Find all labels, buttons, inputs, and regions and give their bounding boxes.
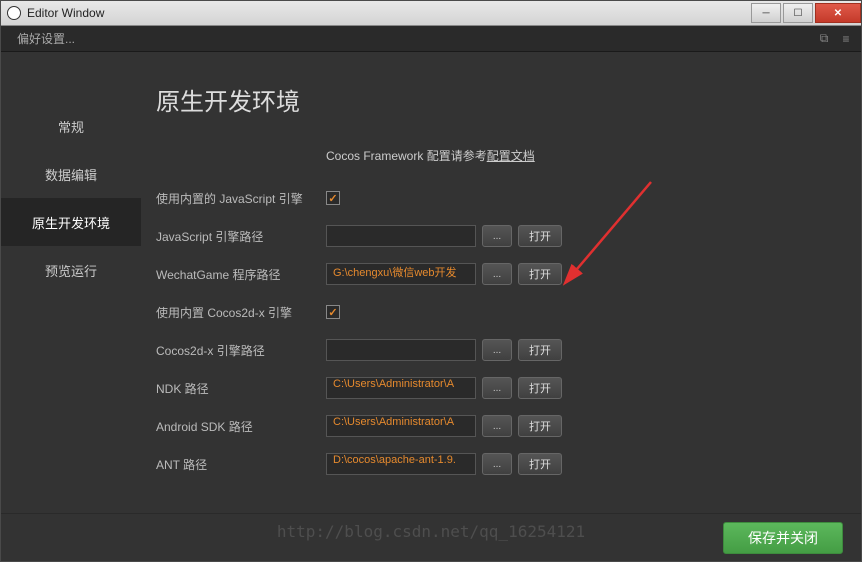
label-cocos-path: Cocos2d-x 引擎路径	[156, 342, 326, 359]
window-controls: ─ ☐ ✕	[749, 3, 861, 23]
content: 常规 数据编辑 原生开发环境 预览运行 原生开发环境 Cocos Framewo…	[1, 52, 861, 513]
config-doc-link[interactable]: 配置文档	[487, 149, 535, 163]
browse-ant[interactable]: ...	[482, 453, 512, 475]
row-wechat-path: WechatGame 程序路径 G:\chengxu\微信web开发 ... 打…	[156, 262, 831, 286]
sidebar-item-data-edit[interactable]: 数据编辑	[1, 150, 141, 198]
checkbox-use-builtin-js[interactable]	[326, 191, 340, 205]
sidebar-item-general[interactable]: 常规	[1, 102, 141, 150]
row-use-builtin-cocos: 使用内置 Cocos2d-x 引擎	[156, 300, 831, 324]
browse-js-engine[interactable]: ...	[482, 225, 512, 247]
open-ndk[interactable]: 打开	[518, 377, 562, 399]
row-sdk-path: Android SDK 路径 C:\Users\Administrator\A …	[156, 414, 831, 438]
label-js-engine-path: JavaScript 引擎路径	[156, 228, 326, 245]
open-js-engine[interactable]: 打开	[518, 225, 562, 247]
browse-ndk[interactable]: ...	[482, 377, 512, 399]
window-title: Editor Window	[27, 6, 749, 20]
row-use-builtin-js: 使用内置的 JavaScript 引擎	[156, 186, 831, 210]
save-close-button[interactable]: 保存并关闭	[723, 522, 843, 554]
row-ndk-path: NDK 路径 C:\Users\Administrator\A ... 打开	[156, 376, 831, 400]
label-sdk-path: Android SDK 路径	[156, 418, 326, 435]
open-ant[interactable]: 打开	[518, 453, 562, 475]
label-ant-path: ANT 路径	[156, 456, 326, 473]
open-cocos[interactable]: 打开	[518, 339, 562, 361]
titlebar[interactable]: Editor Window ─ ☐ ✕	[1, 1, 861, 26]
browse-cocos[interactable]: ...	[482, 339, 512, 361]
tabbar: 偏好设置... ⧉ ≡	[1, 26, 861, 52]
browse-wechat[interactable]: ...	[482, 263, 512, 285]
editor-window: Editor Window ─ ☐ ✕ 偏好设置... ⧉ ≡ 常规 数据编辑 …	[0, 0, 862, 562]
input-wechat-path[interactable]: G:\chengxu\微信web开发	[326, 263, 476, 285]
tab-actions: ⧉ ≡	[817, 32, 853, 46]
input-js-engine-path[interactable]	[326, 225, 476, 247]
minimize-button[interactable]: ─	[751, 3, 781, 23]
sidebar-item-native-dev[interactable]: 原生开发环境	[1, 198, 141, 246]
preferences-tab[interactable]: 偏好设置...	[9, 26, 83, 51]
checkbox-use-builtin-cocos[interactable]	[326, 305, 340, 319]
main-panel: 原生开发环境 Cocos Framework 配置请参考配置文档 使用内置的 J…	[141, 52, 861, 513]
label-use-builtin-js: 使用内置的 JavaScript 引擎	[156, 190, 326, 207]
app-icon	[7, 6, 21, 20]
config-prefix: Cocos Framework 配置请参考	[326, 149, 487, 163]
config-note: Cocos Framework 配置请参考配置文档	[326, 147, 831, 164]
label-wechat-path: WechatGame 程序路径	[156, 266, 326, 283]
input-cocos-path[interactable]	[326, 339, 476, 361]
page-title: 原生开发环境	[156, 82, 831, 117]
row-ant-path: ANT 路径 D:\cocos\apache-ant-1.9. ... 打开	[156, 452, 831, 476]
footer: 保存并关闭	[1, 513, 861, 561]
close-button[interactable]: ✕	[815, 3, 861, 23]
label-use-builtin-cocos: 使用内置 Cocos2d-x 引擎	[156, 304, 326, 321]
input-ndk-path[interactable]: C:\Users\Administrator\A	[326, 377, 476, 399]
browse-sdk[interactable]: ...	[482, 415, 512, 437]
sidebar: 常规 数据编辑 原生开发环境 预览运行	[1, 52, 141, 513]
label-ndk-path: NDK 路径	[156, 380, 326, 397]
menu-icon[interactable]: ≡	[839, 32, 853, 46]
open-sdk[interactable]: 打开	[518, 415, 562, 437]
row-cocos-path: Cocos2d-x 引擎路径 ... 打开	[156, 338, 831, 362]
sidebar-item-preview[interactable]: 预览运行	[1, 246, 141, 294]
input-ant-path[interactable]: D:\cocos\apache-ant-1.9.	[326, 453, 476, 475]
maximize-button[interactable]: ☐	[783, 3, 813, 23]
input-sdk-path[interactable]: C:\Users\Administrator\A	[326, 415, 476, 437]
popout-icon[interactable]: ⧉	[817, 32, 831, 46]
open-wechat[interactable]: 打开	[518, 263, 562, 285]
row-js-engine-path: JavaScript 引擎路径 ... 打开	[156, 224, 831, 248]
